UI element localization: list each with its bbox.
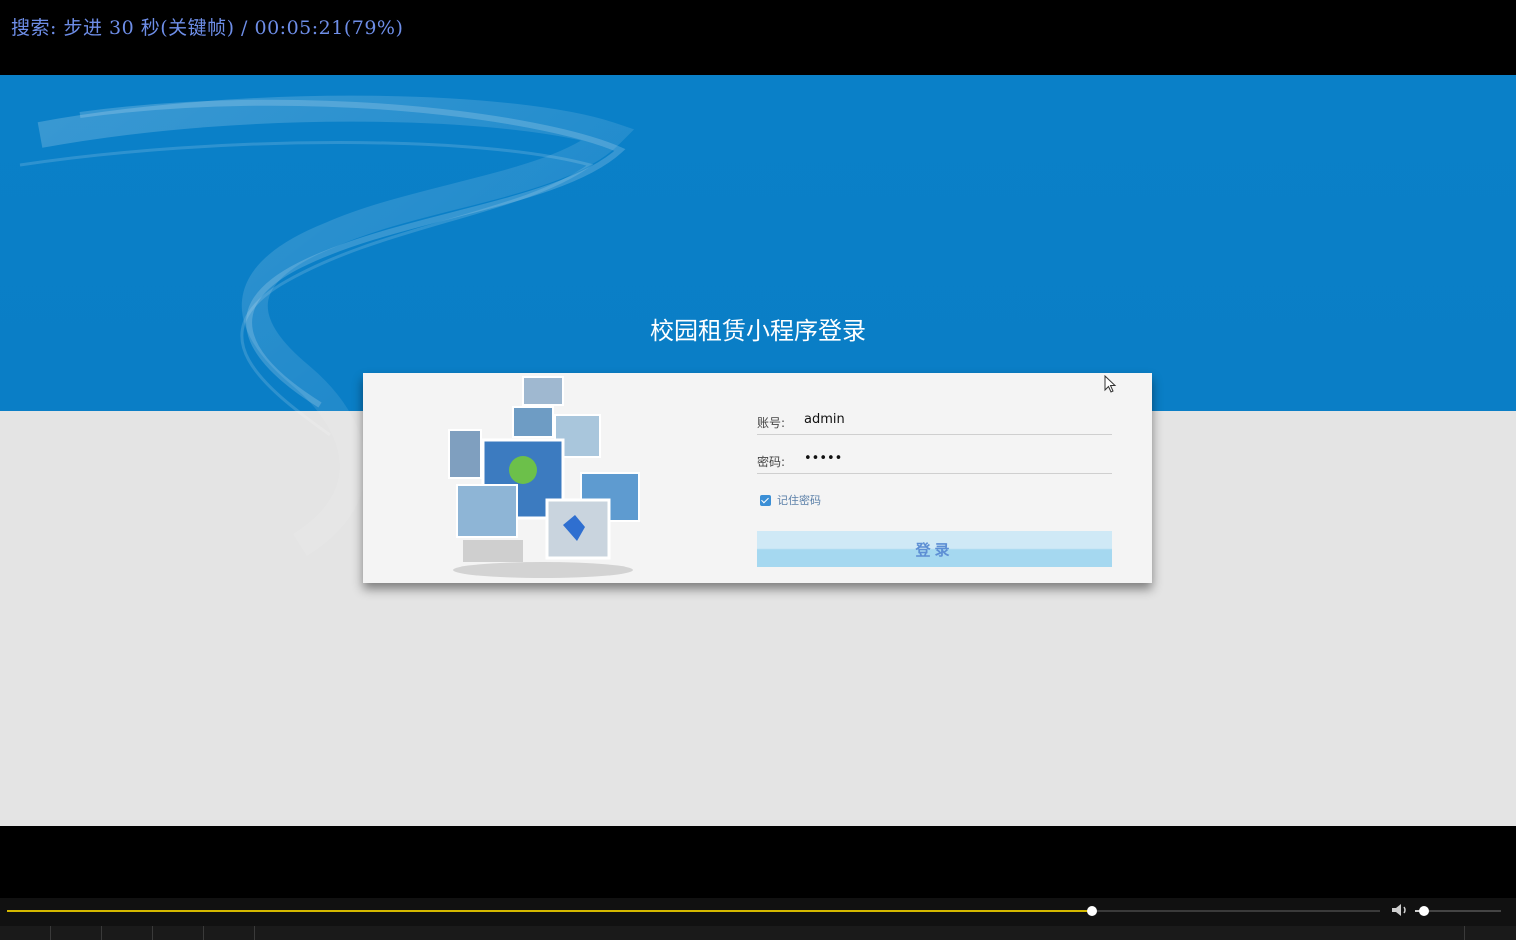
- video-frame: 校园租赁小程序登录 账号: 密码: 记住密码 登录: [0, 75, 1516, 826]
- volume-slider[interactable]: [1415, 906, 1501, 916]
- toolbar-button[interactable]: [153, 926, 204, 940]
- player-toolbar: [0, 926, 1516, 940]
- seek-progress: [7, 910, 1092, 912]
- player-controls: [0, 898, 1516, 940]
- login-card: 账号: 密码: 记住密码 登录: [363, 373, 1152, 583]
- seek-handle[interactable]: [1086, 906, 1097, 916]
- toolbar-button[interactable]: [102, 926, 153, 940]
- volume-handle[interactable]: [1418, 906, 1429, 916]
- toolbar-button[interactable]: [204, 926, 255, 940]
- login-button[interactable]: 登录: [757, 531, 1112, 567]
- account-label: 账号:: [757, 416, 786, 430]
- page-title: 校园租赁小程序登录: [650, 317, 866, 345]
- remember-checkbox[interactable]: [760, 494, 771, 506]
- mouse-cursor-icon: [1104, 375, 1117, 393]
- toolbar-button[interactable]: [0, 926, 51, 940]
- password-input[interactable]: [804, 447, 1104, 469]
- seek-bar[interactable]: [7, 906, 1380, 916]
- password-row: 密码:: [757, 445, 1112, 474]
- monitor-collage-icon: [448, 376, 640, 578]
- volume-icon[interactable]: [1391, 903, 1409, 917]
- toolbar-button[interactable]: [1464, 926, 1516, 940]
- account-row: 账号:: [757, 406, 1112, 435]
- osd-status-text: 搜索: 步进 30 秒(关键帧) / 00:05:21(79%): [11, 17, 404, 39]
- account-input[interactable]: [804, 408, 1104, 430]
- remember-password[interactable]: 记住密码: [760, 492, 821, 508]
- password-label: 密码:: [757, 455, 786, 469]
- remember-label: 记住密码: [777, 494, 821, 507]
- toolbar-button[interactable]: [51, 926, 102, 940]
